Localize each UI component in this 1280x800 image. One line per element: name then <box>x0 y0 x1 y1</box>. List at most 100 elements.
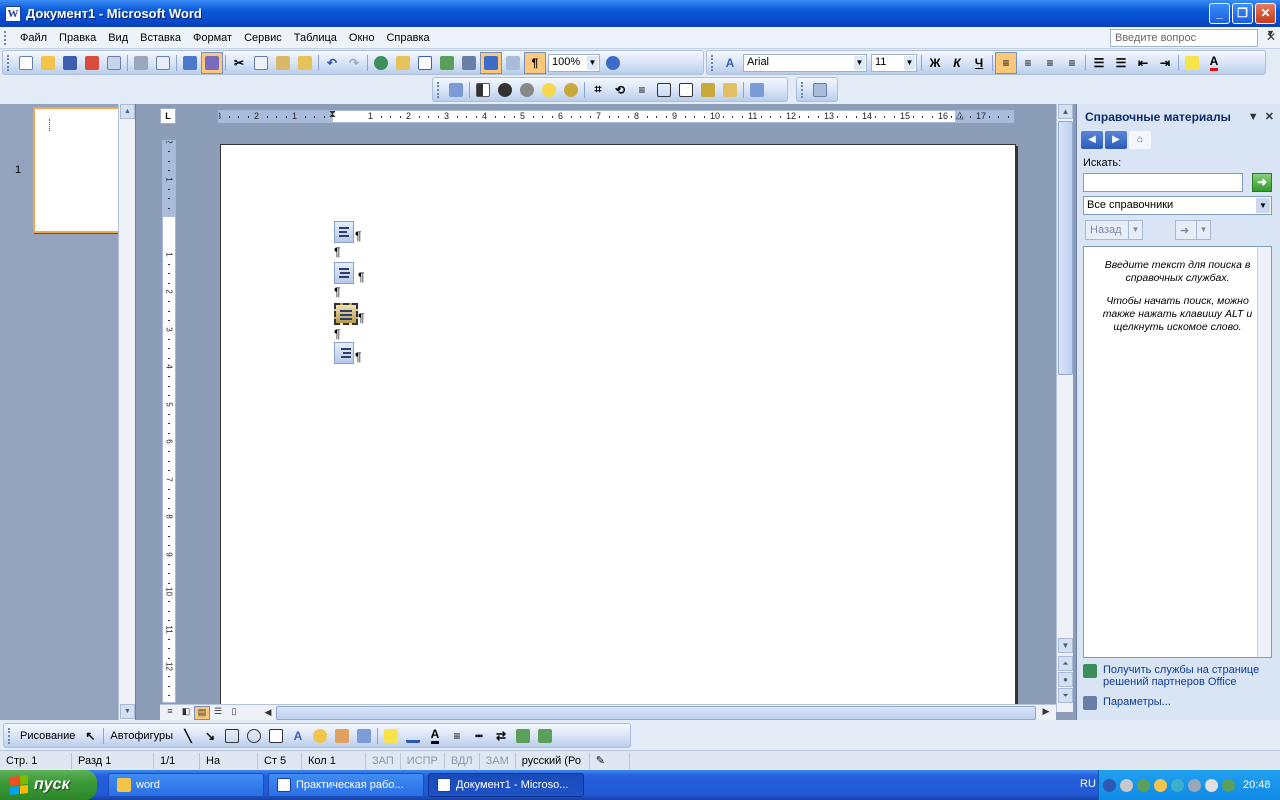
pane-menu-icon[interactable]: ▼ <box>1248 111 1259 123</box>
align-left-picture[interactable] <box>334 221 354 243</box>
update-icon[interactable] <box>1171 778 1184 792</box>
wordart-button[interactable]: A <box>287 725 309 747</box>
scroll-down-icon[interactable]: ▼ <box>120 704 135 719</box>
more-brightness-button[interactable] <box>538 79 560 101</box>
font-color-draw-button[interactable]: A <box>424 725 446 747</box>
textbox-button[interactable] <box>265 725 287 747</box>
menu-grip[interactable] <box>4 30 8 45</box>
reference-source-select[interactable]: Все справочники ▼ <box>1083 196 1272 215</box>
close-button[interactable]: ✕ <box>1255 3 1276 24</box>
bold-button[interactable]: Ж <box>924 52 946 74</box>
previous-page-icon[interactable]: ⏶ <box>1058 656 1073 671</box>
tables-borders-button[interactable] <box>392 52 414 74</box>
scroll-up-icon[interactable]: ▲ <box>120 104 135 119</box>
scroll-left-icon[interactable]: ◀ <box>260 707 276 721</box>
arrow-style-button[interactable]: ⇄ <box>490 725 512 747</box>
hyperlink-button[interactable] <box>370 52 392 74</box>
select-objects-button[interactable]: ↖ <box>79 725 101 747</box>
color-button[interactable] <box>472 79 494 101</box>
align-center-button[interactable]: ≡ <box>1017 52 1039 74</box>
minimize-button[interactable]: _ <box>1209 3 1230 24</box>
italic-button[interactable]: К <box>946 52 968 74</box>
increase-indent-button[interactable]: ⇥ <box>1154 52 1176 74</box>
pane-back-icon[interactable]: ◀ <box>1081 131 1103 149</box>
align-right-picture[interactable] <box>334 342 354 364</box>
paste-button[interactable] <box>272 52 294 74</box>
thumbnail-scrollbar[interactable]: ▲ ▼ <box>118 104 135 720</box>
zoom-select[interactable]: 100% ▼ <box>548 53 600 72</box>
clipart-button[interactable] <box>331 725 353 747</box>
vertical-scrollbar[interactable]: ▲ ▼ ⏶ ● ⏷ <box>1056 104 1073 712</box>
pane-forward-icon[interactable]: ▶ <box>1105 131 1127 149</box>
toolbar-grip[interactable] <box>8 727 12 744</box>
3d-button[interactable] <box>534 725 556 747</box>
insert-table-button[interactable] <box>414 52 436 74</box>
font-color-button[interactable]: A <box>1203 52 1225 74</box>
display-icon[interactable] <box>1188 778 1201 792</box>
insert-excel-button[interactable] <box>436 52 458 74</box>
power-icon[interactable] <box>1222 778 1235 792</box>
compress-button[interactable] <box>653 79 675 101</box>
oval-button[interactable] <box>243 725 265 747</box>
right-indent-marker-icon[interactable]: △ <box>956 111 964 121</box>
format-painter-button[interactable] <box>294 52 316 74</box>
results-scrollbar[interactable] <box>1257 247 1271 657</box>
toolbar-grip[interactable] <box>711 54 715 71</box>
justify-button[interactable]: ≡ <box>1061 52 1083 74</box>
scroll-down-icon[interactable]: ▼ <box>1058 638 1073 653</box>
input-language-indicator[interactable]: RU <box>1080 778 1096 790</box>
line-style-draw-button[interactable]: ≡ <box>446 725 468 747</box>
drawing-menu-button[interactable]: Рисование <box>16 730 79 742</box>
more-contrast-button[interactable] <box>494 79 516 101</box>
vertical-ruler[interactable]: 2 1 1 2 3 4 5 6 7 8 9 10 11 12 <box>162 140 176 703</box>
scroll-thumb[interactable] <box>1058 121 1073 375</box>
taskbar-item-word-folder[interactable]: word <box>108 773 264 797</box>
show-hide-button[interactable]: ¶ <box>524 51 546 74</box>
toolbar-grip[interactable] <box>801 81 805 98</box>
spelling-button[interactable] <box>179 52 201 74</box>
autoshapes-menu-button[interactable]: Автофигуры <box>106 730 177 742</box>
toolbar-grip[interactable] <box>437 81 441 98</box>
research-options-link[interactable]: Параметры... <box>1083 696 1171 710</box>
document-page[interactable]: ¶ ¶ ¶ ¶ ¶ ¶ ¶ <box>220 144 1016 706</box>
bullets-button[interactable]: ☰ <box>1110 52 1132 74</box>
reset-picture-button[interactable] <box>746 79 768 101</box>
back-button[interactable]: Назад ▼ <box>1085 220 1143 240</box>
mail-merge-button[interactable] <box>809 79 831 101</box>
columns-button[interactable] <box>458 52 480 74</box>
shadow-button[interactable] <box>512 725 534 747</box>
security-icon[interactable] <box>1154 778 1167 792</box>
document-map-button[interactable] <box>502 52 524 74</box>
bluetooth-icon[interactable] <box>1103 778 1116 792</box>
status-overtype[interactable]: ЗАМ <box>480 752 516 769</box>
forward-button[interactable]: ➜ ▼ <box>1175 220 1211 240</box>
crop-button[interactable]: ⌗ <box>587 79 609 101</box>
selected-picture[interactable] <box>334 303 358 325</box>
email-button[interactable] <box>103 52 125 74</box>
network-icon[interactable] <box>1137 778 1150 792</box>
outline-view-icon[interactable]: ☰ <box>210 706 226 720</box>
horizontal-ruler[interactable]: 3211234567891011121314151617⧗△ <box>218 110 1014 123</box>
menu-format[interactable]: Формат <box>187 32 238 44</box>
menu-help[interactable]: Справка <box>380 32 435 44</box>
status-track-changes[interactable]: ИСПР <box>401 752 445 769</box>
menu-tools[interactable]: Сервис <box>238 32 288 44</box>
font-size-select[interactable]: 11 ▼ <box>871 53 917 72</box>
align-left-button[interactable]: ≡ <box>995 51 1017 74</box>
search-input[interactable] <box>1083 173 1243 192</box>
print-button[interactable] <box>130 52 152 74</box>
redo-button[interactable]: ↷ <box>343 52 365 74</box>
copy-button[interactable] <box>250 52 272 74</box>
line-color-button[interactable] <box>402 725 424 747</box>
status-record[interactable]: ЗАП <box>366 752 401 769</box>
drawing-button[interactable] <box>480 51 502 74</box>
picture-button[interactable] <box>353 725 375 747</box>
styles-button[interactable]: A <box>719 52 741 74</box>
research-button[interactable] <box>201 51 223 74</box>
menu-edit[interactable]: Правка <box>53 32 102 44</box>
arrow-button[interactable]: ↘ <box>199 725 221 747</box>
status-extend[interactable]: ВДЛ <box>445 752 480 769</box>
open-button[interactable] <box>37 52 59 74</box>
numbering-button[interactable]: ☰ <box>1088 52 1110 74</box>
close-document-button[interactable]: ✕ <box>1266 30 1276 44</box>
